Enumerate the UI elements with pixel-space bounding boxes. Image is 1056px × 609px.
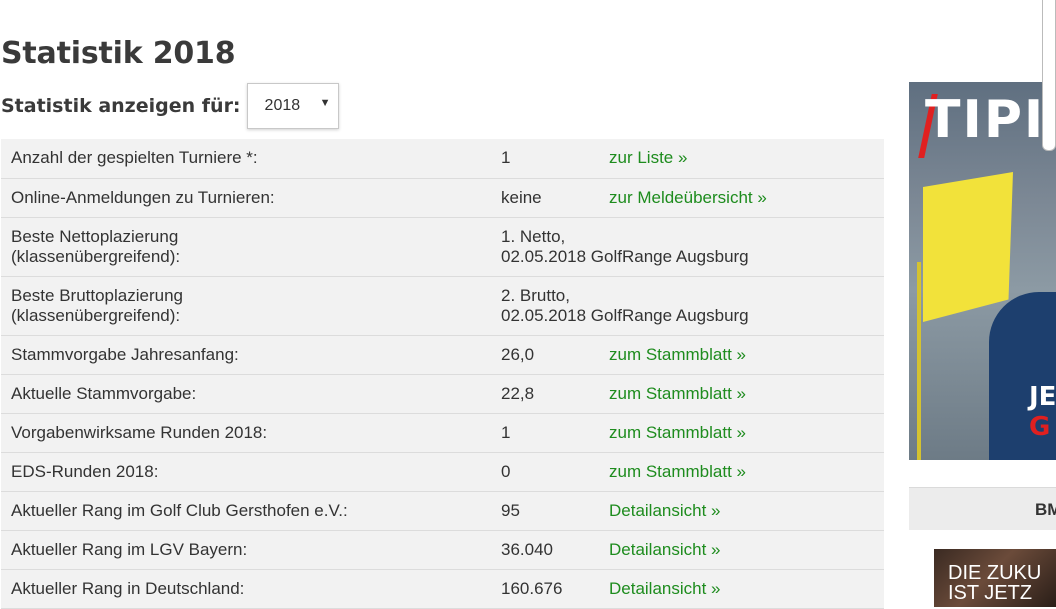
row-label: Beste Nettoplazierung (klassenübergreifen… <box>1 217 491 277</box>
row-value: 1 <box>491 139 599 179</box>
row-label: Aktueller Rang im Golf Club Gersthofen e… <box>1 491 491 531</box>
handicap-sheet-link[interactable]: zum Stammblatt » <box>609 462 746 481</box>
chevron-down-icon: ▼ <box>319 97 331 109</box>
scrollbar-thumb[interactable] <box>1042 0 1056 151</box>
golf-flag-graphic <box>923 172 1013 322</box>
table-row: Aktuelle Stammvorgabe: 22,8 zum Stammbla… <box>1 374 884 414</box>
statistics-table: Anzahl der gespielten Turniere *: 1 zur … <box>1 139 884 609</box>
registration-overview-link[interactable]: zur Meldeübersicht » <box>609 188 767 207</box>
row-value: 26,0 <box>491 335 599 375</box>
table-row: Stammvorgabe Jahresanfang: 26,0 zum Stam… <box>1 335 884 375</box>
row-value: 95 <box>491 491 599 531</box>
detail-view-link[interactable]: Detailansicht » <box>609 540 721 559</box>
promo-image[interactable]: DIE ZUKU IST JETZ <box>934 549 1056 607</box>
year-filter-label: Statistik anzeigen für: <box>1 95 241 117</box>
row-value: 1 <box>491 413 599 453</box>
table-row: Beste Bruttoplazierung (klassenübergreife… <box>1 276 884 336</box>
promo-title: BM <box>1035 500 1056 519</box>
row-value: keine <box>491 178 599 218</box>
row-label: Beste Bruttoplazierung (klassenübergreife… <box>1 276 491 336</box>
flag-pole-graphic <box>917 262 921 460</box>
handicap-sheet-link[interactable]: zum Stammblatt » <box>609 384 746 403</box>
year-select[interactable]: 2018 ▼ <box>246 83 339 129</box>
row-value: 2. Brutto, 02.05.2018 GolfRange Augsburg <box>491 276 884 336</box>
handicap-sheet-link[interactable]: zum Stammblatt » <box>609 345 746 364</box>
detail-view-link[interactable]: Detailansicht » <box>609 501 721 520</box>
table-row: Beste Nettoplazierung (klassenübergreifen… <box>1 217 884 277</box>
row-label: Vorgabenwirksame Runden 2018: <box>1 413 491 453</box>
row-value: 22,8 <box>491 374 599 414</box>
row-label: Stammvorgabe Jahresanfang: <box>1 335 491 375</box>
list-link[interactable]: zur Liste » <box>609 148 687 167</box>
row-label: Anzahl der gespielten Turniere *: <box>1 139 491 179</box>
detail-view-link[interactable]: Detailansicht » <box>609 579 721 598</box>
handicap-sheet-link[interactable]: zum Stammblatt » <box>609 423 746 442</box>
table-row: Vorgabenwirksame Runden 2018: 1 zum Stam… <box>1 413 884 453</box>
promo-text: DIE ZUKU IST JETZ <box>948 562 1042 604</box>
table-row: Aktueller Rang in Deutschland: 160.676 D… <box>1 569 884 609</box>
page-title: Statistik 2018 <box>1 36 236 71</box>
row-label: Aktuelle Stammvorgabe: <box>1 374 491 414</box>
year-select-value: 2018 <box>264 97 301 114</box>
ad-text: JE G <box>1029 382 1056 442</box>
row-value: 36.040 <box>491 530 599 570</box>
row-value: 160.676 <box>491 569 599 609</box>
row-label: EDS-Runden 2018: <box>1 452 491 492</box>
ad-headline: TIPI <box>925 90 1046 150</box>
row-value: 0 <box>491 452 599 492</box>
row-label: Aktueller Rang in Deutschland: <box>1 569 491 609</box>
promo-header: BM <box>909 487 1056 530</box>
row-label: Online-Anmeldungen zu Turnieren: <box>1 178 491 218</box>
row-label: Aktueller Rang im LGV Bayern: <box>1 530 491 570</box>
table-row: Aktueller Rang im LGV Bayern: 36.040 Det… <box>1 530 884 570</box>
row-value: 1. Netto, 02.05.2018 GolfRange Augsburg <box>491 217 884 277</box>
table-row: Anzahl der gespielten Turniere *: 1 zur … <box>1 139 884 179</box>
table-row: Aktueller Rang im Golf Club Gersthofen e… <box>1 491 884 531</box>
ad-banner[interactable]: TIPI JE G <box>909 82 1056 460</box>
table-row: Online-Anmeldungen zu Turnieren: keine z… <box>1 178 884 218</box>
year-filter: Statistik anzeigen für: 2018 ▼ <box>1 82 339 130</box>
table-row: EDS-Runden 2018: 0 zum Stammblatt » <box>1 452 884 492</box>
